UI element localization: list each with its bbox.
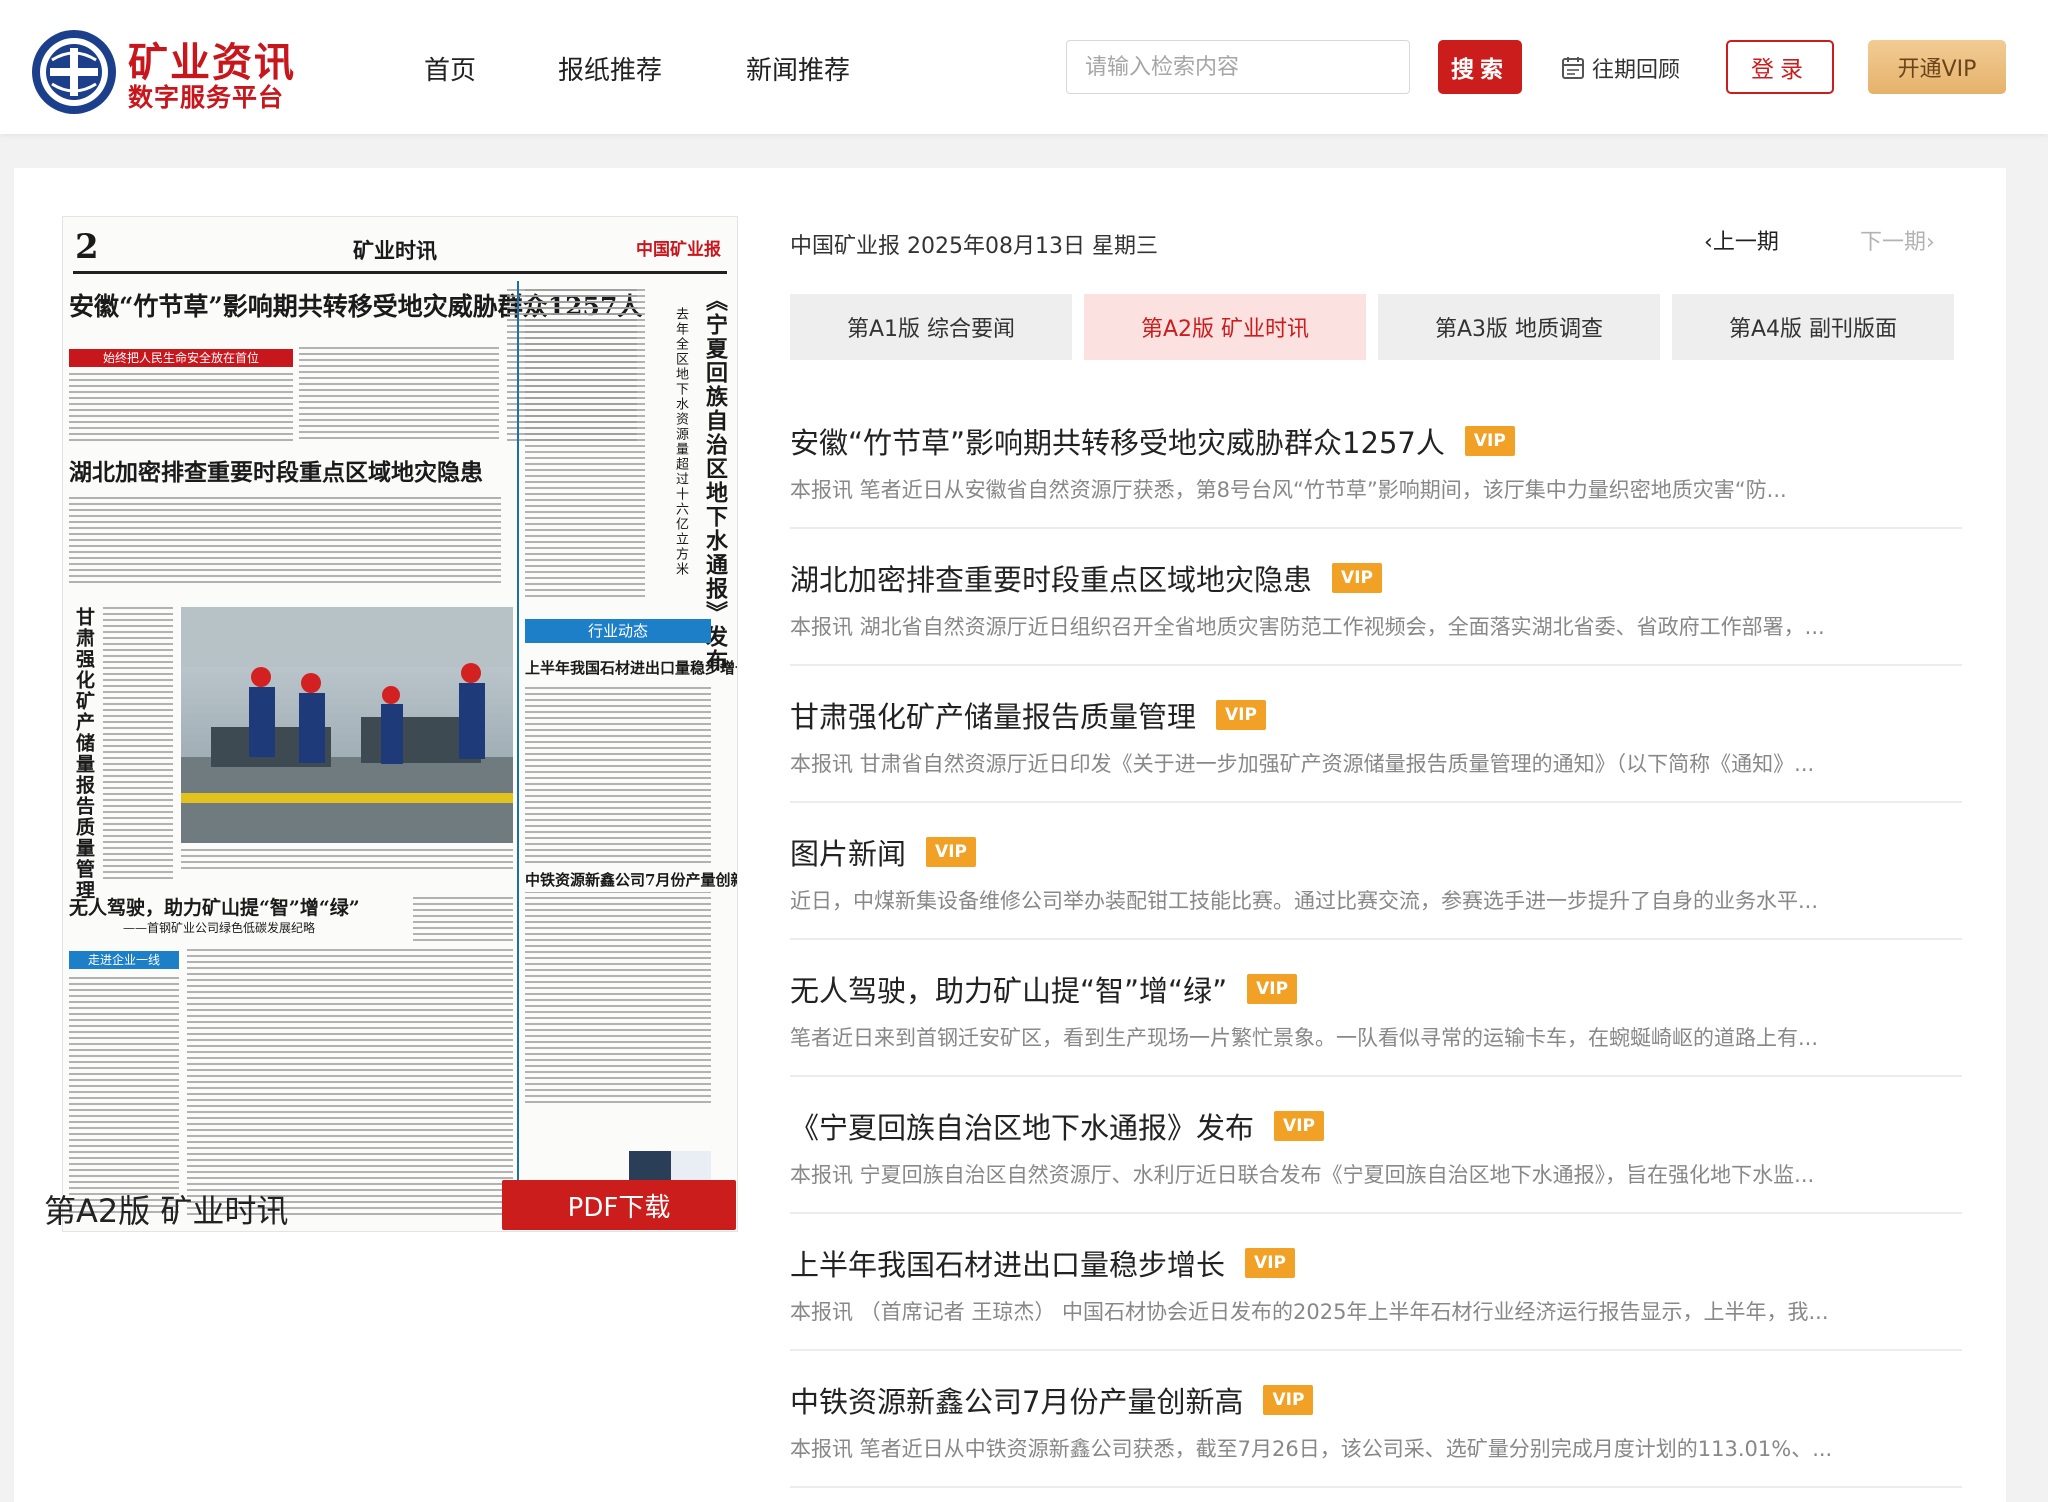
vip-badge: VIP [1245,1248,1296,1278]
open-vip-button[interactable]: 开通VIP [1868,40,2006,94]
paper-top-rule [73,271,727,274]
tab-edition-a1-label: 第A1版 综合要闻 [846,317,1016,342]
article-title[interactable]: 《宁夏回族自治区地下水通报》发布 [790,1105,1254,1147]
next-issue-link[interactable]: 下一期› [1860,224,1935,256]
paper-page-number: 2 [75,227,99,267]
article-item[interactable]: 无人驾驶，助力矿山提“智”增“绿” VIP 笔者近日来到首钢迁安矿区，看到生产现… [790,940,1962,1077]
tab-edition-a4-label: 第A4版 副刊版面 [1728,317,1898,342]
article-title[interactable]: 图片新闻 [790,831,906,873]
paper-blue-label-enterprise: 走进企业一线 [69,951,179,969]
article-title[interactable]: 安徽“竹节草”影响期共转移受地灾威胁群众1257人 [790,420,1445,462]
vip-badge: VIP [1464,426,1515,456]
next-issue-label: 下一期 [1860,230,1927,255]
paper-vertical-subtitle: 去年全区地下水资源量超过十六亿立方米 [673,307,688,577]
article-title[interactable]: 甘肃强化矿产储量报告质量管理 [790,694,1196,736]
article-summary: 近日，中煤新集设备维修公司举办装配钳工技能比赛。通过比赛交流，参赛选手进一步提升… [790,889,1819,913]
paper-text-block [525,289,645,601]
tab-edition-a2[interactable]: 第A2版 矿业时讯 [1084,294,1366,360]
vip-badge: VIP [926,837,977,867]
tab-edition-a1[interactable]: 第A1版 综合要闻 [790,294,1072,360]
pdf-download-button[interactable]: PDF下载 [502,1180,736,1230]
paper-vertical-headline-ningxia: 《宁夏回族自治区地下水通报》发布 [702,289,728,673]
article-summary: 笔者近日来到首钢迁安矿区，看到生产现场一片繁忙景象。一队看似寻常的运输卡车，在蜿… [790,1026,1819,1050]
article-item[interactable]: 上半年我国石材进出口量稳步增长 VIP 本报讯 （首席记者 王琼杰） 中国石材协… [790,1214,1962,1351]
paper-text-block [187,949,513,1217]
vip-badge: VIP [1274,1111,1325,1141]
paper-vertical-headline-gansu: 甘肃强化矿产储量报告质量管理 [73,607,95,901]
paper-brand: 中国矿业报 [636,240,721,260]
article-item[interactable]: 图片新闻 VIP 近日，中煤新集设备维修公司举办装配钳工技能比赛。通过比赛交流，… [790,803,1962,940]
search-button[interactable]: 搜索 [1438,40,1522,94]
article-summary: 本报讯 笔者近日从安徽省自然资源厅获悉，第8号台风“竹节草”影响期间，该厅集中力… [790,478,1787,502]
article-summary: 本报讯 湖北省自然资源厅近日组织召开全省地质灾害防范工作视频会，全面落实湖北省委… [790,615,1825,639]
paper-photo-workshop [181,607,513,843]
paper-text-block [413,897,513,941]
history-link[interactable]: 往期回顾 [1560,52,1680,84]
paper-photo-caption [181,849,513,869]
article-summary: 本报讯 笔者近日从中铁资源新鑫公司获悉，截至7月26日，该公司采、选矿量分别完成… [790,1437,1833,1461]
calendar-icon [1562,57,1584,79]
vip-badge: VIP [1247,974,1298,1004]
vip-badge: VIP [1263,1385,1314,1415]
paper-text-block [69,497,501,583]
search-input[interactable] [1066,40,1410,94]
top-header: 矿业资讯 数字服务平台 首页 报纸推荐 新闻推荐 搜索 往期回顾 登录 开通VI… [0,0,2048,134]
article-item[interactable]: 甘肃强化矿产储量报告质量管理 VIP 本报讯 甘肃省自然资源厅近日印发《关于进一… [790,666,1962,803]
paper-headline-hubei: 湖北加密排查重要时段重点区域地灾隐患 [69,459,483,486]
paper-text-block [69,977,179,1217]
login-button[interactable]: 登录 [1726,40,1834,94]
paper-blue-label-industry: 行业动态 [525,619,711,643]
article-title[interactable]: 湖北加密排查重要时段重点区域地灾隐患 [790,557,1312,599]
paper-text-block [299,347,499,443]
chevron-left-icon: ‹ [1704,230,1713,255]
newspaper-page-preview[interactable]: 2 矿业时讯 中国矿业报 安徽“竹节草”影响期共转移受地灾威胁群众1257人 始… [62,216,738,1232]
paper-headline-unmanned: 无人驾驶，助力矿山提“智”增“绿” [69,897,360,919]
paper-headline-zhongtie: 中铁资源新鑫公司7月份产量创新高 [525,867,737,892]
nav-home[interactable]: 首页 [424,50,476,87]
article-summary: 本报讯 （首席记者 王琼杰） 中国石材协会近日发布的2025年上半年石材行业经济… [790,1300,1829,1324]
tab-edition-a3[interactable]: 第A3版 地质调查 [1378,294,1660,360]
tab-edition-a4[interactable]: 第A4版 副刊版面 [1672,294,1954,360]
article-summary: 本报讯 甘肃省自然资源厅近日印发《关于进一步加强矿产资源储量报告质量管理的通知》… [790,752,1815,776]
paper-headline-stone: 上半年我国石材进出口量稳步增长 [525,659,738,677]
logo-emblem-icon[interactable] [30,28,118,116]
article-item[interactable]: 安徽“竹节草”影响期共转移受地灾威胁群众1257人 VIP 本报讯 笔者近日从安… [790,392,1962,529]
article-title[interactable]: 无人驾驶，助力矿山提“智”增“绿” [790,968,1227,1010]
nav-news-recommend[interactable]: 新闻推荐 [746,50,850,87]
paper-column-rule [517,281,519,1225]
article-title[interactable]: 中铁资源新鑫公司7月份产量创新高 [790,1379,1243,1421]
article-item[interactable]: 湖北加密排查重要时段重点区域地灾隐患 VIP 本报讯 湖北省自然资源厅近日组织召… [790,529,1962,666]
article-title[interactable]: 上半年我国石材进出口量稳步增长 [790,1242,1225,1284]
paper-text-block [525,687,711,1107]
paper-headline-unmanned-sub: ——首钢矿业公司绿色低碳发展纪略 [123,921,316,935]
main-card: 2 矿业时讯 中国矿业报 安徽“竹节草”影响期共转移受地灾威胁群众1257人 始… [14,168,2006,1502]
chevron-right-icon: › [1926,230,1935,255]
edition-label: 第A2版 矿业时讯 [44,1192,289,1230]
article-item[interactable]: 《宁夏回族自治区地下水通报》发布 VIP 本报讯 宁夏回族自治区自然资源厅、水利… [790,1077,1962,1214]
article-summary: 本报讯 宁夏回族自治区自然资源厅、水利厅近日联合发布《宁夏回族自治区地下水通报》… [790,1163,1815,1187]
article-item[interactable]: 中铁资源新鑫公司7月份产量创新高 VIP 本报讯 笔者近日从中铁资源新鑫公司获悉… [790,1351,1962,1488]
history-label: 往期回顾 [1592,58,1681,83]
nav-newspaper-recommend[interactable]: 报纸推荐 [558,50,662,87]
prev-issue-label: 上一期 [1712,230,1779,255]
issue-date: 中国矿业报 2025年08月13日 星期三 [790,234,1158,259]
paper-text-block [103,607,173,883]
paper-section-name: 矿业时讯 [353,238,437,263]
logo-subtitle: 数字服务平台 [128,83,285,112]
prev-issue-link[interactable]: ‹上一期 [1704,224,1779,256]
vip-badge: VIP [1216,700,1267,730]
tab-edition-a2-label: 第A2版 矿业时讯 [1140,317,1310,342]
tab-edition-a3-label: 第A3版 地质调查 [1434,317,1604,342]
paper-red-label: 始终把人民生命安全放在首位 [69,349,293,367]
paper-text-block [69,373,293,443]
vip-badge: VIP [1332,563,1383,593]
